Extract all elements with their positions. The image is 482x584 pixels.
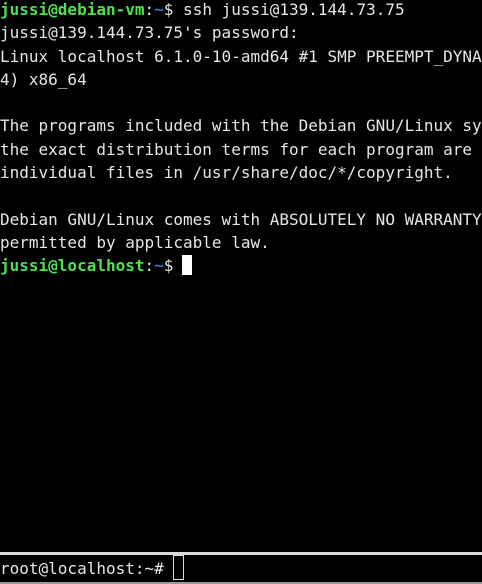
prompt-line: root@localhost:~# [0,555,482,582]
prompt-symbol: $ [163,0,174,19]
output-line: 4) x86_64 [0,69,87,89]
prompt-colon: : [144,0,155,19]
output-line: the exact distribution terms for each pr… [0,139,482,159]
output-line: permitted by applicable law. [0,232,270,252]
prompt-user-host: jussi@debian-vm [0,0,145,19]
prompt-path: ~ [154,0,164,19]
prompt-path: ~ [154,256,164,276]
terminal-bottom-pane[interactable]: root@localhost:~# [0,555,482,582]
prompt-line: jussi@debian-vm:~$ ssh jussi@139.144.73.… [0,0,482,21]
output-line: Linux localhost 6.1.0-10-amd64 #1 SMP PR… [0,46,482,66]
terminal-top-pane[interactable]: jussi@debian-vm:~$ ssh jussi@139.144.73.… [0,0,482,550]
output-line: The programs included with the Debian GN… [0,116,482,136]
command-text: ssh jussi@139.144.73.75 [173,0,405,19]
output-line: jussi@139.144.73.75's password: [0,23,299,43]
prompt-colon: : [144,256,155,276]
root-prompt: root@localhost:~# [0,559,164,578]
prompt-user-host: jussi@localhost [0,256,145,276]
hollow-cursor [172,555,184,580]
output-line: individual files in /usr/share/doc/*/cop… [0,163,453,183]
output-line: Debian GNU/Linux comes with ABSOLUTELY N… [0,209,482,229]
prompt-symbol: $ [163,256,174,276]
block-cursor [182,255,193,276]
prompt-line[interactable]: jussi@localhost:~$ [0,254,482,277]
